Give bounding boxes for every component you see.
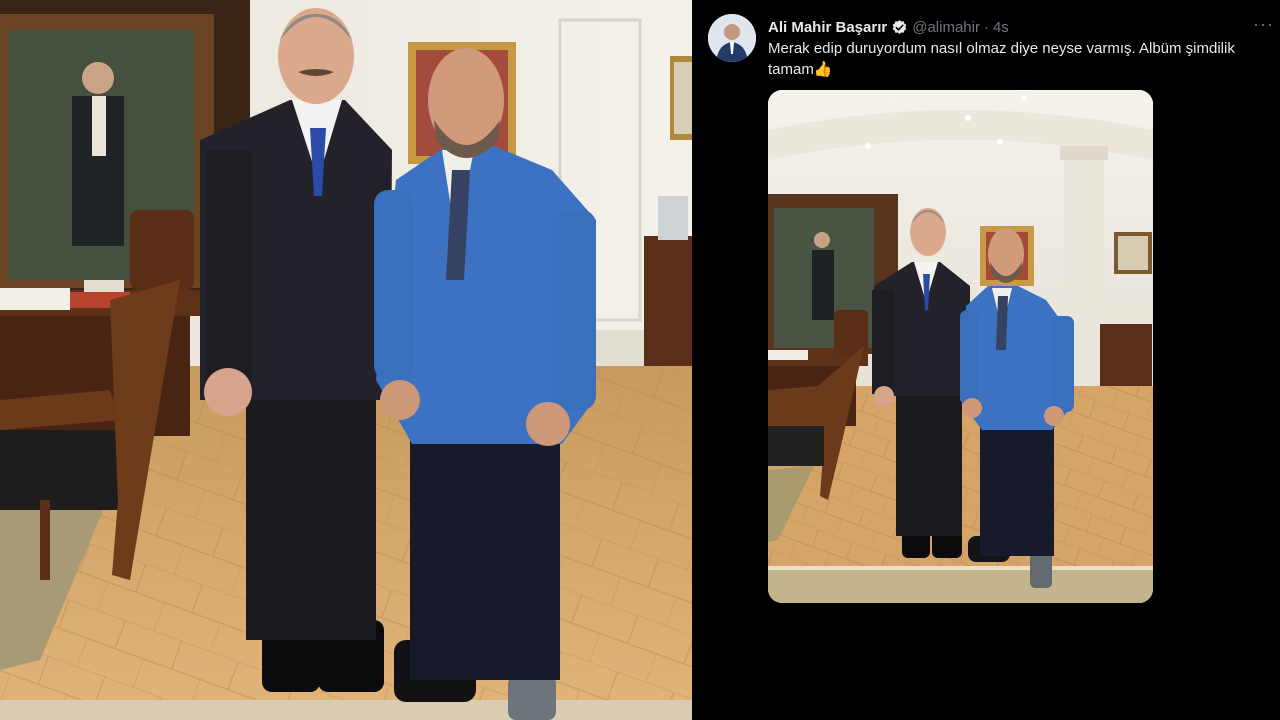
avatar-image [708, 14, 756, 62]
timestamp[interactable]: 4s [993, 19, 1009, 36]
separator-dot: · [983, 18, 989, 36]
office-photo-illustration [0, 0, 692, 720]
thumbs-up-icon: 👍 [813, 61, 833, 78]
tweet-photo-illustration [768, 90, 1153, 603]
tweet-body: Merak edip duruyordum nasıl olmaz diye n… [768, 40, 1235, 78]
main-photo [0, 0, 692, 720]
more-options-icon[interactable]: ··· [1253, 14, 1274, 35]
tweet-media-photo[interactable] [768, 90, 1153, 603]
avatar[interactable] [708, 14, 756, 62]
display-name[interactable]: Ali Mahir Başarır [768, 19, 887, 36]
tweet-header: Ali Mahir Başarır @alimahir · 4s ··· [768, 14, 1273, 38]
handle[interactable]: @alimahir [912, 19, 980, 36]
verified-badge-icon [891, 19, 908, 36]
tweet-text: Merak edip duruyordum nasıl olmaz diye n… [768, 38, 1238, 80]
